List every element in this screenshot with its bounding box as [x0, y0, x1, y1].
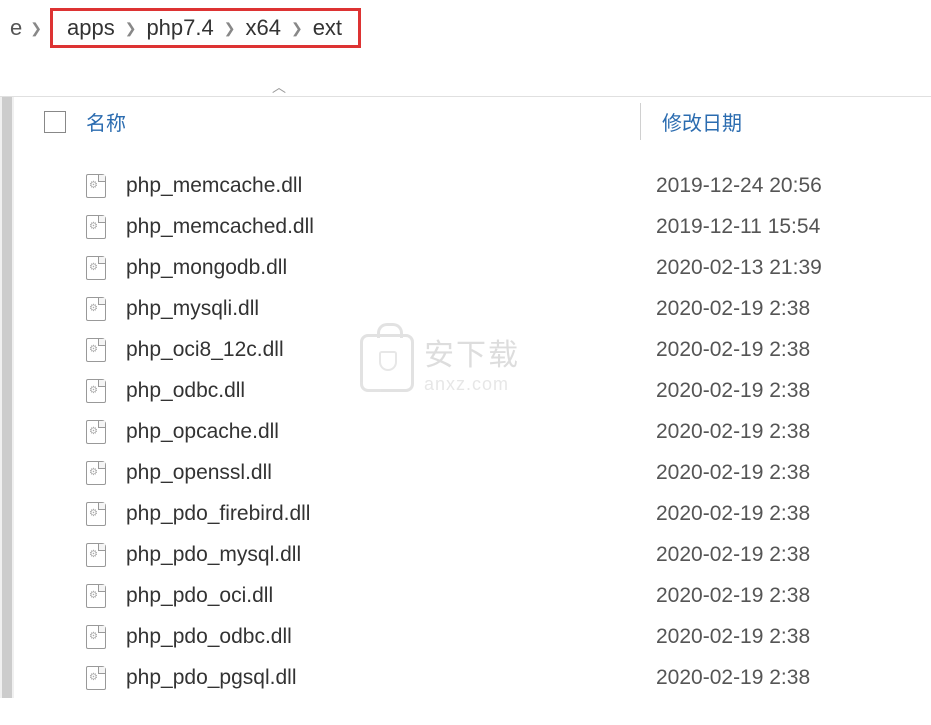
file-row[interactable]: php_mysqli.dll2020-02-19 2:38: [32, 288, 931, 329]
file-date: 2020-02-19 2:38: [640, 502, 810, 526]
file-date: 2020-02-13 21:39: [640, 256, 822, 280]
column-header-date[interactable]: 修改日期: [646, 107, 742, 136]
file-name: php_pdo_oci.dll: [126, 584, 640, 608]
file-row[interactable]: php_pdo_mysql.dll2020-02-19 2:38: [32, 534, 931, 575]
dll-file-icon: [86, 379, 106, 403]
dll-file-icon: [86, 584, 106, 608]
file-row[interactable]: php_openssl.dll2020-02-19 2:38: [32, 452, 931, 493]
file-date: 2020-02-19 2:38: [640, 666, 810, 690]
dll-file-icon: [86, 502, 106, 526]
file-name: php_pdo_firebird.dll: [126, 502, 640, 526]
chevron-right-icon: ❯: [218, 20, 242, 37]
scrollbar-thumb[interactable]: [2, 97, 12, 698]
file-date: 2020-02-19 2:38: [640, 379, 810, 403]
dll-file-icon: [86, 174, 106, 198]
file-name: php_mysqli.dll: [126, 297, 640, 321]
file-date: 2020-02-19 2:38: [640, 543, 810, 567]
column-header-name[interactable]: 名称: [86, 107, 646, 136]
breadcrumb-bar: e ❯ apps ❯ php7.4 ❯ x64 ❯ ext: [0, 0, 931, 56]
file-row[interactable]: php_pdo_odbc.dll2020-02-19 2:38: [32, 616, 931, 657]
file-list-pane: ︿ 名称 修改日期 php_memcache.dll2019-12-24 20:…: [0, 96, 931, 698]
chevron-right-icon: ❯: [285, 20, 309, 37]
file-row[interactable]: php_pdo_pgsql.dll2020-02-19 2:38: [32, 657, 931, 698]
file-row[interactable]: php_odbc.dll2020-02-19 2:38: [32, 370, 931, 411]
partial-row-top: [32, 147, 931, 165]
file-row[interactable]: php_opcache.dll2020-02-19 2:38: [32, 411, 931, 452]
file-name: php_memcache.dll: [126, 174, 640, 198]
dll-file-icon: [86, 625, 106, 649]
dll-file-icon: [86, 420, 106, 444]
file-row[interactable]: php_memcache.dll2019-12-24 20:56: [32, 165, 931, 206]
breadcrumb-item-apps[interactable]: apps: [63, 15, 119, 41]
file-date: 2020-02-19 2:38: [640, 625, 810, 649]
file-date: 2020-02-19 2:38: [640, 338, 810, 362]
file-date: 2019-12-24 20:56: [640, 174, 822, 198]
file-date: 2020-02-19 2:38: [640, 297, 810, 321]
column-header-row: ︿ 名称 修改日期: [32, 97, 931, 147]
file-date: 2020-02-19 2:38: [640, 584, 810, 608]
dll-file-icon: [86, 461, 106, 485]
column-divider[interactable]: [640, 103, 641, 140]
file-row[interactable]: php_oci8_12c.dll2020-02-19 2:38: [32, 329, 931, 370]
dll-file-icon: [86, 256, 106, 280]
file-date: 2020-02-19 2:38: [640, 461, 810, 485]
chevron-right-icon: ❯: [119, 20, 143, 37]
file-name: php_pdo_odbc.dll: [126, 625, 640, 649]
dll-file-icon: [86, 666, 106, 690]
breadcrumb-prefix: e: [10, 15, 24, 41]
dll-file-icon: [86, 215, 106, 239]
vertical-scrollbar[interactable]: [0, 97, 14, 698]
dll-file-icon: [86, 338, 106, 362]
select-all-checkbox[interactable]: [44, 111, 66, 133]
file-name: php_odbc.dll: [126, 379, 640, 403]
dll-file-icon: [86, 297, 106, 321]
breadcrumb-highlighted-path: apps ❯ php7.4 ❯ x64 ❯ ext: [50, 8, 361, 48]
file-row[interactable]: php_mongodb.dll2020-02-13 21:39: [32, 247, 931, 288]
file-name: php_pdo_mysql.dll: [126, 543, 640, 567]
file-row[interactable]: php_memcached.dll2019-12-11 15:54: [32, 206, 931, 247]
breadcrumb-item-x64[interactable]: x64: [241, 15, 284, 41]
chevron-right-icon: ❯: [24, 20, 48, 37]
file-date: 2019-12-11 15:54: [640, 215, 820, 239]
sort-indicator-icon: ︿: [272, 77, 286, 97]
file-name: php_pdo_pgsql.dll: [126, 666, 640, 690]
file-name: php_memcached.dll: [126, 215, 640, 239]
file-row[interactable]: php_pdo_firebird.dll2020-02-19 2:38: [32, 493, 931, 534]
breadcrumb-item-php[interactable]: php7.4: [142, 15, 217, 41]
file-date: 2020-02-19 2:38: [640, 420, 810, 444]
file-name: php_opcache.dll: [126, 420, 640, 444]
file-row[interactable]: php_pdo_oci.dll2020-02-19 2:38: [32, 575, 931, 616]
file-name: php_mongodb.dll: [126, 256, 640, 280]
dll-file-icon: [86, 543, 106, 567]
file-name: php_oci8_12c.dll: [126, 338, 640, 362]
file-name: php_openssl.dll: [126, 461, 640, 485]
breadcrumb-item-ext[interactable]: ext: [309, 15, 346, 41]
